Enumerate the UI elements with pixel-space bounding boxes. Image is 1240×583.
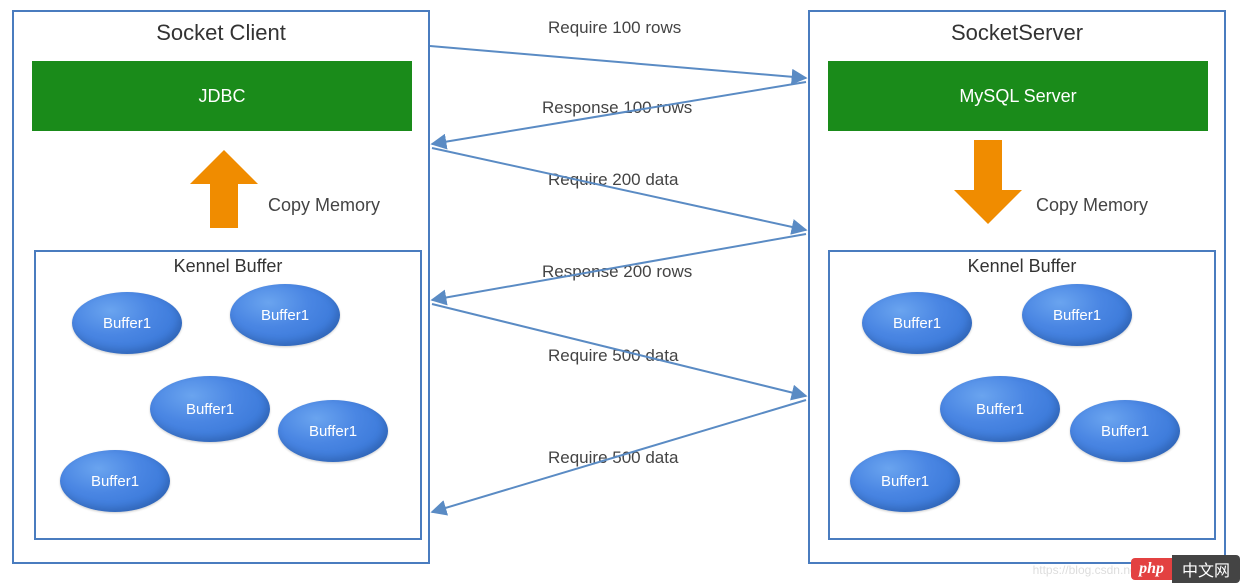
client-buffer-3: Buffer1: [150, 376, 270, 442]
client-component-label: JDBC: [198, 86, 245, 107]
msg-response-100: Response 100 rows: [542, 98, 692, 118]
arrow-up-icon: [190, 150, 258, 240]
client-buffer-2: Buffer1: [230, 284, 340, 346]
server-buffer-4: Buffer1: [1070, 400, 1180, 462]
server-copy-memory-label: Copy Memory: [1036, 195, 1148, 216]
msg-require-100: Require 100 rows: [548, 18, 681, 38]
server-buffer-1: Buffer1: [862, 292, 972, 354]
server-buffer-3: Buffer1: [940, 376, 1060, 442]
client-component-jdbc: JDBC: [32, 61, 412, 131]
site-badge: php 中文网: [1131, 555, 1240, 583]
client-buffer-4: Buffer1: [278, 400, 388, 462]
badge-right: 中文网: [1172, 555, 1240, 583]
server-title: SocketServer: [810, 12, 1224, 52]
msg-response-200: Response 200 rows: [542, 262, 692, 282]
badge-left: php: [1131, 558, 1172, 580]
server-component-label: MySQL Server: [959, 86, 1076, 107]
client-title: Socket Client: [14, 12, 428, 52]
server-buffer-2: Buffer1: [1022, 284, 1132, 346]
server-kennel-title: Kennel Buffer: [830, 252, 1214, 277]
msg-require-200: Require 200 data: [548, 170, 678, 190]
client-buffer-1: Buffer1: [72, 292, 182, 354]
arrow-down-icon: [954, 140, 1022, 234]
server-component-mysql: MySQL Server: [828, 61, 1208, 131]
watermark-text: https://blog.csdn.net: [1033, 563, 1140, 577]
server-buffer-5: Buffer1: [850, 450, 960, 512]
client-kennel-title: Kennel Buffer: [36, 252, 420, 277]
client-copy-memory-label: Copy Memory: [268, 195, 380, 216]
msg-require-500a: Require 500 data: [548, 346, 678, 366]
msg-require-500b: Require 500 data: [548, 448, 678, 468]
client-buffer-5: Buffer1: [60, 450, 170, 512]
